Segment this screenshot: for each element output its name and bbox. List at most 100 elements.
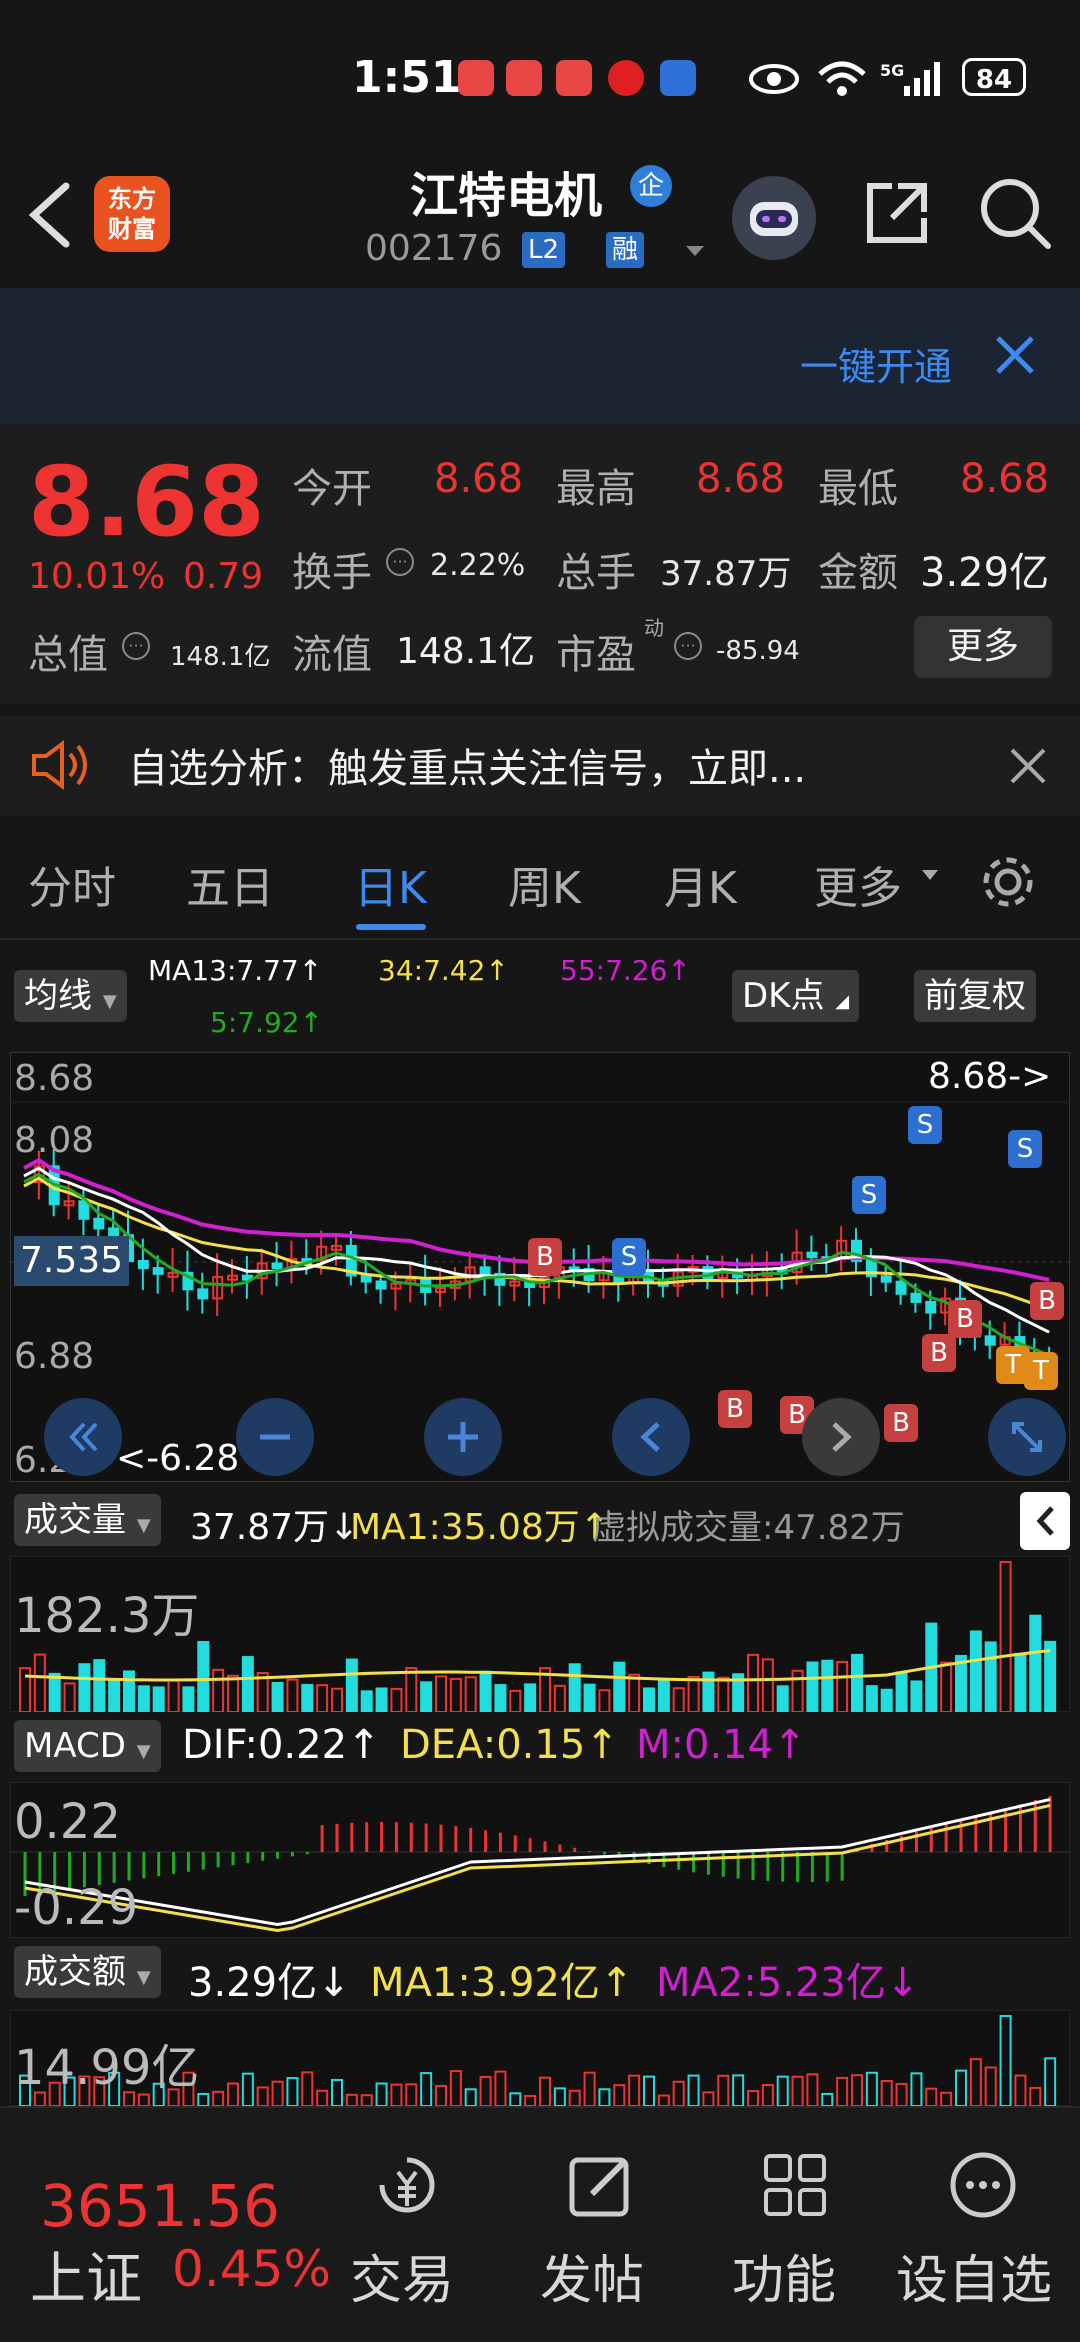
index-value[interactable]: 3651.56 <box>40 2172 280 2240</box>
info-dots-icon[interactable]: ··· <box>386 548 414 576</box>
forward-adjust-button[interactable]: 前复权 <box>914 970 1036 1022</box>
volume-ma1: MA1:35.08万↑ <box>350 1507 610 1548</box>
ma34-value: 34:7.42↑ <box>378 954 509 987</box>
index-name[interactable]: 上证 <box>30 2234 142 2315</box>
speaker-icon <box>32 740 87 790</box>
buy-signal-marker[interactable]: B <box>1030 1282 1064 1320</box>
more-dots-circle-icon[interactable] <box>948 2150 1018 2220</box>
volume-bar <box>494 1684 507 1712</box>
sell-signal-marker[interactable]: S <box>612 1238 646 1276</box>
high-label: 最高 <box>556 466 636 512</box>
candle <box>984 1335 996 1346</box>
volume-bar <box>479 1670 492 1712</box>
candle <box>93 1217 105 1230</box>
more-quote-button[interactable]: 更多 <box>914 616 1052 678</box>
buy-signal-marker[interactable]: B <box>948 1300 982 1338</box>
post-edit-icon[interactable] <box>566 2150 636 2220</box>
open-label: 今开 <box>292 466 372 512</box>
buy-signal-marker[interactable]: B <box>884 1404 918 1442</box>
macd-top-label: 0.22 <box>14 1794 121 1850</box>
battery-indicator: 84 <box>962 58 1026 96</box>
candle <box>78 1200 90 1220</box>
ma5-value: 5:7.92↑ <box>210 1006 324 1039</box>
scroll-left-button[interactable] <box>612 1398 690 1476</box>
macd-indicator-button[interactable]: MACD ▼ <box>14 1720 161 1772</box>
volume-bar <box>345 1658 358 1712</box>
info-dots-icon[interactable]: ··· <box>122 632 150 660</box>
volume-value: 37.87万↓ <box>190 1507 360 1548</box>
info-dots-icon[interactable]: ··· <box>674 632 702 660</box>
banner-close-icon[interactable] <box>992 332 1038 378</box>
market-cap-value: 148.1亿 <box>170 642 271 672</box>
collapse-panel-button[interactable] <box>1020 1492 1070 1550</box>
svg-text:5G: 5G <box>880 61 904 80</box>
candle <box>479 1266 491 1275</box>
market-cap-label: 总值 <box>28 632 108 678</box>
tab-monthly-k[interactable]: 月K <box>664 852 737 916</box>
sell-signal-marker[interactable]: S <box>852 1176 886 1214</box>
macd-chart[interactable] <box>10 1782 1070 1938</box>
candle <box>137 1260 149 1270</box>
y-axis-4: 6.88 <box>14 1336 95 1377</box>
enterprise-badge: 企 <box>630 165 672 207</box>
volume-bar <box>241 1656 254 1712</box>
pe-value: -85.94 <box>716 636 800 666</box>
t-signal-marker[interactable]: T <box>1024 1352 1058 1390</box>
buy-signal-marker[interactable]: B <box>528 1238 562 1276</box>
amount-value: 3.29亿↓ <box>188 1960 351 2006</box>
tab-weekly-k[interactable]: 周K <box>508 852 581 916</box>
volume-bar <box>301 1684 314 1712</box>
sell-signal-marker[interactable]: S <box>908 1106 942 1144</box>
zoom-out-button[interactable] <box>236 1398 314 1476</box>
back-arrow-icon[interactable] <box>22 180 78 250</box>
dropdown-arrow-icon[interactable] <box>684 244 706 258</box>
amount-indicator-button[interactable]: 成交额 ▼ <box>14 1946 161 1998</box>
buy-signal-marker[interactable]: B <box>718 1390 752 1428</box>
change-percent: 10.01% <box>28 556 166 597</box>
chevron-down-icon <box>922 870 938 880</box>
macd-m: M:0.14↑ <box>636 1722 807 1768</box>
scroll-left-double-button[interactable] <box>44 1398 122 1476</box>
notice-text[interactable]: 自选分析：触发重点关注信号，立即... <box>128 736 806 794</box>
ma-selector-button[interactable]: 均线 ▼ <box>14 970 127 1022</box>
volume-bar <box>360 1690 373 1712</box>
functions-grid-icon[interactable] <box>760 2150 830 2220</box>
tab-more[interactable]: 更多 <box>814 852 902 916</box>
fullscreen-button[interactable] <box>988 1398 1066 1476</box>
volume-bar <box>910 1680 923 1712</box>
volume-bar <box>1014 1652 1027 1712</box>
search-icon[interactable] <box>978 176 1052 250</box>
tab-intraday[interactable]: 分时 <box>28 852 116 916</box>
pe-label: 市盈 <box>556 632 636 678</box>
settings-gear-icon[interactable] <box>978 852 1038 912</box>
trade-button-label[interactable]: 交易 <box>350 2238 454 2313</box>
tab-daily-k[interactable]: 日K <box>354 852 427 916</box>
notice-close-icon[interactable] <box>1008 746 1048 786</box>
level2-tag: L2 <box>522 232 566 268</box>
dk-point-button[interactable]: DK点 ◢ <box>732 970 860 1022</box>
huawei-app-icon <box>458 60 494 96</box>
sell-signal-marker[interactable]: S <box>1008 1130 1042 1168</box>
functions-button-label[interactable]: 功能 <box>732 2238 836 2313</box>
trade-yuan-icon[interactable] <box>372 2150 442 2220</box>
candle <box>271 1262 283 1270</box>
candle <box>895 1280 907 1295</box>
weibo-icon <box>608 60 644 96</box>
tab-five-day[interactable]: 五日 <box>186 852 274 916</box>
amount-ma2: MA2:5.23亿↓ <box>656 1960 920 2006</box>
zoom-in-button[interactable] <box>424 1398 502 1476</box>
signal-icon: 5G <box>880 61 940 96</box>
post-button-label[interactable]: 发帖 <box>540 2238 644 2313</box>
candle <box>910 1292 922 1303</box>
buy-signal-marker[interactable]: B <box>922 1334 956 1372</box>
volume-bar <box>375 1687 388 1712</box>
share-icon[interactable] <box>862 178 932 248</box>
volume-indicator-button[interactable]: 成交量 ▼ <box>14 1494 161 1546</box>
status-time: 1:51 <box>352 52 462 103</box>
scroll-right-button[interactable] <box>802 1398 880 1476</box>
macd-dea: DEA:0.15↑ <box>400 1722 619 1768</box>
add-watchlist-button-label[interactable]: 设自选 <box>896 2238 1052 2313</box>
volume-bar <box>524 1683 537 1712</box>
robot-assistant-icon[interactable] <box>732 176 816 260</box>
banner-open-account-link[interactable]: 一键开通 <box>800 336 952 391</box>
